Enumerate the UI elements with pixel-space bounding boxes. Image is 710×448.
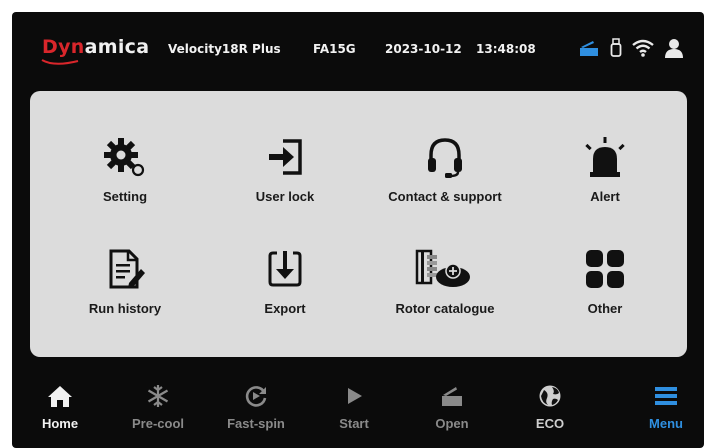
lid-open-icon bbox=[439, 382, 465, 410]
setting-label: Setting bbox=[102, 189, 148, 204]
setting-tile[interactable]: Setting bbox=[45, 127, 205, 227]
user-lock-label: User lock bbox=[255, 189, 315, 204]
nav-open[interactable]: Open bbox=[407, 382, 497, 442]
nav-pre-cool-label: Pre-cool bbox=[131, 416, 184, 431]
play-icon bbox=[343, 382, 365, 410]
nav-pre-cool[interactable]: Pre-cool bbox=[113, 382, 203, 442]
current-time: 13:48:08 bbox=[476, 42, 536, 56]
current-date: 2023-10-12 bbox=[385, 42, 462, 56]
grid-icon bbox=[583, 239, 627, 291]
fast-spin-icon bbox=[244, 382, 268, 410]
headset-icon bbox=[423, 127, 467, 179]
bottom-navigation: Home Pre-cool Fast-spin Start Open ECO M… bbox=[12, 372, 704, 448]
export-icon bbox=[263, 239, 307, 291]
rotor-catalogue-tile[interactable]: Rotor catalogue bbox=[365, 239, 525, 339]
contact-support-label: Contact & support bbox=[388, 189, 502, 204]
menu-icon bbox=[653, 382, 679, 410]
eco-icon bbox=[538, 382, 562, 410]
home-icon bbox=[47, 382, 73, 410]
export-tile[interactable]: Export bbox=[205, 239, 365, 339]
alert-tile[interactable]: Alert bbox=[525, 127, 685, 227]
user-icon[interactable] bbox=[664, 38, 684, 58]
nav-eco[interactable]: ECO bbox=[505, 382, 595, 442]
status-bar: Dynamica Velocity18R Plus FA15G 2023-10-… bbox=[12, 12, 704, 86]
status-icons bbox=[578, 34, 684, 62]
wifi-icon bbox=[632, 39, 654, 57]
nav-fast-spin-label: Fast-spin bbox=[227, 416, 285, 431]
alarm-light-icon bbox=[583, 127, 627, 179]
run-history-tile[interactable]: Run history bbox=[45, 239, 205, 339]
nav-home[interactable]: Home bbox=[15, 382, 105, 442]
rotor-catalogue-icon bbox=[413, 239, 477, 291]
other-label: Other bbox=[587, 301, 623, 316]
nav-menu[interactable]: Menu bbox=[621, 382, 704, 442]
snowflake-icon bbox=[146, 382, 170, 410]
gear-icon bbox=[103, 127, 147, 179]
export-label: Export bbox=[264, 301, 306, 316]
logo-swoosh bbox=[41, 59, 79, 65]
user-lock-tile[interactable]: User lock bbox=[205, 127, 365, 227]
other-tile[interactable]: Other bbox=[525, 239, 685, 339]
contact-support-tile[interactable]: Contact & support bbox=[365, 127, 525, 227]
lid-icon bbox=[578, 39, 600, 57]
menu-panel: Setting User lock Contact & support Aler… bbox=[30, 91, 687, 357]
nav-open-label: Open bbox=[435, 416, 469, 431]
nav-start-label: Start bbox=[339, 416, 369, 431]
alert-label: Alert bbox=[590, 189, 620, 204]
brand-logo: Dynamica bbox=[42, 36, 150, 58]
nav-eco-label: ECO bbox=[535, 416, 565, 431]
nav-menu-label: Menu bbox=[649, 416, 683, 431]
model-name: Velocity18R Plus bbox=[168, 42, 281, 56]
rotor-code: FA15G bbox=[313, 42, 356, 56]
nav-fast-spin[interactable]: Fast-spin bbox=[211, 382, 301, 442]
usb-drive-icon bbox=[610, 38, 622, 58]
rotor-catalogue-label: Rotor catalogue bbox=[395, 301, 495, 316]
document-edit-icon bbox=[103, 239, 147, 291]
run-history-label: Run history bbox=[88, 301, 162, 316]
nav-home-label: Home bbox=[41, 416, 79, 431]
login-icon bbox=[263, 127, 307, 179]
nav-start[interactable]: Start bbox=[309, 382, 399, 442]
device-screen: Dynamica Velocity18R Plus FA15G 2023-10-… bbox=[12, 12, 704, 448]
